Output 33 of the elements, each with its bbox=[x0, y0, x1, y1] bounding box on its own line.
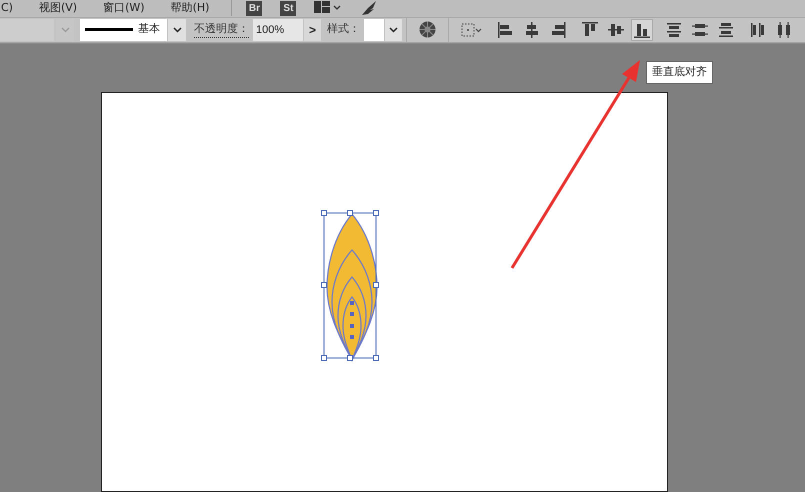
stroke-selector[interactable]: 基本 bbox=[80, 18, 167, 40]
align-icon bbox=[749, 20, 767, 38]
caret-icon bbox=[172, 26, 182, 32]
feather-icon[interactable] bbox=[360, 0, 378, 16]
app-badge[interactable]: Br bbox=[246, 0, 262, 16]
menu-item[interactable]: 窗口(W) bbox=[103, 0, 145, 16]
align-icon bbox=[581, 20, 599, 38]
align-icon bbox=[775, 20, 793, 38]
opacity-field[interactable]: 100% bbox=[253, 18, 303, 40]
caret-icon bbox=[60, 26, 70, 32]
menu-item[interactable]: C) bbox=[1, 0, 13, 16]
stroke-label: 基本 bbox=[138, 21, 160, 38]
opacity-label[interactable]: 不透明度： bbox=[194, 20, 249, 38]
style-swatch[interactable] bbox=[364, 18, 384, 40]
stroke-caret[interactable] bbox=[168, 18, 186, 40]
align-icon bbox=[717, 20, 735, 38]
caret-icon bbox=[389, 26, 398, 32]
tooltip: 垂直底对齐 bbox=[646, 61, 713, 84]
transform-grid-icon[interactable] bbox=[461, 22, 483, 36]
style-label: 样式： bbox=[327, 21, 360, 38]
menu-item[interactable]: 帮助(H) bbox=[170, 0, 210, 16]
menu-item[interactable]: 视图(V) bbox=[38, 0, 78, 16]
app-badge[interactable]: St bbox=[280, 0, 296, 16]
opacity-arrow-button[interactable]: > bbox=[304, 18, 321, 40]
align-icon bbox=[523, 20, 541, 38]
style-caret[interactable] bbox=[385, 18, 402, 40]
align-icon bbox=[549, 20, 567, 38]
globe-icon[interactable] bbox=[419, 21, 436, 38]
align-icon bbox=[497, 20, 515, 38]
workspace-icon[interactable] bbox=[314, 1, 342, 16]
align-icon bbox=[665, 20, 683, 38]
align-button[interactable] bbox=[631, 18, 653, 40]
stroke-line-icon bbox=[85, 28, 133, 31]
